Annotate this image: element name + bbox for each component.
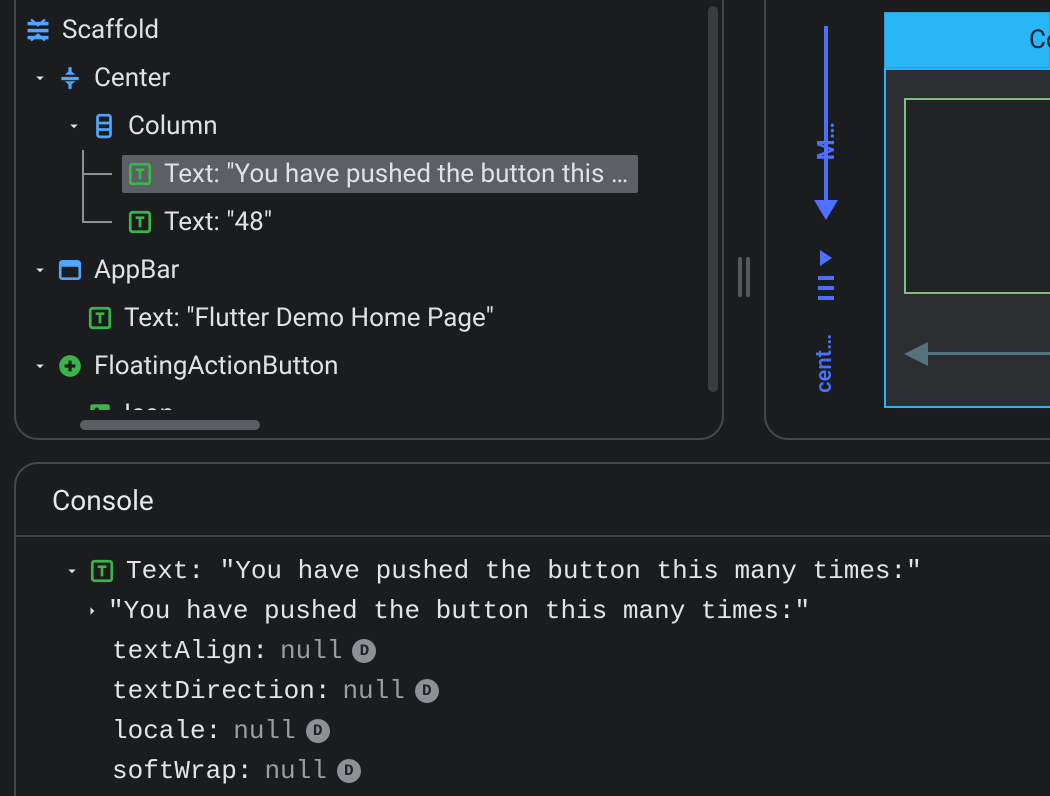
column-icon bbox=[90, 112, 118, 140]
console-row-string[interactable]: "You have pushed the button this many ti… bbox=[60, 591, 1050, 631]
appbar-icon bbox=[56, 256, 84, 284]
tree-connector bbox=[74, 198, 122, 246]
prop-value: null bbox=[264, 756, 326, 786]
console-row-prop[interactable]: softWrap: null D bbox=[60, 751, 1050, 791]
default-badge: D bbox=[352, 639, 376, 663]
chevron-down-icon[interactable] bbox=[28, 258, 52, 282]
tree-label: AppBar bbox=[94, 255, 179, 285]
console-row-prop[interactable]: textDirection: null D bbox=[60, 671, 1050, 711]
prop-name: locale: bbox=[112, 716, 221, 746]
panel-splitter[interactable] bbox=[736, 0, 752, 444]
chevron-down-icon[interactable] bbox=[60, 559, 84, 583]
tree-node-text-1[interactable]: Text: "You have pushed the button this … bbox=[24, 150, 700, 198]
tree-node-text-2[interactable]: Text: "48" bbox=[24, 198, 700, 246]
console-panel: Console Text: "You have pushed the butto… bbox=[14, 462, 1050, 796]
default-badge: D bbox=[337, 759, 361, 783]
tree-node-column[interactable]: Column bbox=[24, 102, 700, 150]
tree-node-appbar[interactable]: AppBar bbox=[24, 246, 700, 294]
layout-box-inner[interactable] bbox=[904, 98, 1050, 294]
tree-label: Center bbox=[94, 63, 170, 93]
scaffold-icon bbox=[24, 16, 52, 44]
tree-label: Text: "48" bbox=[164, 207, 272, 237]
console-body[interactable]: Text: "You have pushed the button this m… bbox=[16, 535, 1050, 791]
tree-node-scaffold[interactable]: Scaffold bbox=[24, 6, 700, 54]
default-badge: D bbox=[415, 679, 439, 703]
tree-connector bbox=[74, 150, 122, 198]
tree-label: FloatingActionButton bbox=[94, 351, 339, 381]
plus-circle-icon bbox=[56, 352, 84, 380]
widget-tree-panel: Scaffold Center Column bbox=[14, 0, 724, 440]
tree-label: Text: "You have pushed the button this … bbox=[164, 159, 628, 189]
tree-label: Icon bbox=[124, 399, 174, 410]
main-axis-strip: M… cent… bbox=[812, 14, 840, 414]
text-icon bbox=[126, 160, 154, 188]
default-badge: D bbox=[306, 719, 330, 743]
vertical-scrollbar[interactable] bbox=[708, 6, 718, 392]
tree-node-appbar-text[interactable]: Text: "Flutter Demo Home Page" bbox=[24, 294, 700, 342]
image-icon bbox=[86, 400, 114, 410]
prop-name: textAlign: bbox=[112, 636, 268, 666]
prop-value: null bbox=[342, 676, 404, 706]
axis-label-center: cent… bbox=[812, 334, 837, 393]
axis-label-main: M… bbox=[812, 122, 840, 160]
splitter-grip-icon bbox=[738, 257, 750, 297]
prop-name: textDirection: bbox=[112, 676, 330, 706]
chevron-down-icon[interactable] bbox=[28, 354, 52, 378]
console-string-value: "You have pushed the button this many ti… bbox=[108, 596, 810, 626]
arrow-left-icon bbox=[904, 342, 1050, 366]
tree-node-icon[interactable]: Icon bbox=[24, 390, 700, 410]
console-row-header[interactable]: Text: "You have pushed the button this m… bbox=[60, 551, 1050, 591]
layout-column-header[interactable]: Colu bbox=[884, 12, 1050, 68]
console-header-text: Text: "You have pushed the button this m… bbox=[126, 556, 922, 586]
text-icon bbox=[86, 304, 114, 332]
layout-box-outer[interactable] bbox=[884, 68, 1050, 408]
widget-tree-scroll[interactable]: Scaffold Center Column bbox=[16, 0, 708, 410]
tree-label: Scaffold bbox=[62, 15, 159, 45]
tree-label: Column bbox=[128, 111, 218, 141]
layout-column-label: Colu bbox=[1029, 25, 1050, 55]
tree-node-fab[interactable]: FloatingActionButton bbox=[24, 342, 700, 390]
text-icon bbox=[88, 557, 116, 585]
horizontal-scrollbar[interactable] bbox=[80, 420, 260, 430]
play-icon bbox=[820, 250, 832, 266]
center-icon bbox=[56, 64, 84, 92]
tree-node-center[interactable]: Center bbox=[24, 54, 700, 102]
console-row-prop[interactable]: textAlign: null D bbox=[60, 631, 1050, 671]
axis-dashes-icon bbox=[814, 276, 838, 336]
layout-explorer-panel: M… cent… Colu bbox=[764, 0, 1050, 440]
chevron-right-icon[interactable] bbox=[80, 599, 104, 623]
tree-label: Text: "Flutter Demo Home Page" bbox=[124, 303, 494, 333]
text-icon bbox=[126, 208, 154, 236]
console-row-prop[interactable]: locale: null D bbox=[60, 711, 1050, 751]
console-title: Console bbox=[16, 464, 1050, 535]
prop-name: softWrap: bbox=[112, 756, 252, 786]
chevron-down-icon[interactable] bbox=[28, 66, 52, 90]
prop-value: null bbox=[280, 636, 342, 666]
chevron-down-icon[interactable] bbox=[62, 114, 86, 138]
prop-value: null bbox=[233, 716, 295, 746]
